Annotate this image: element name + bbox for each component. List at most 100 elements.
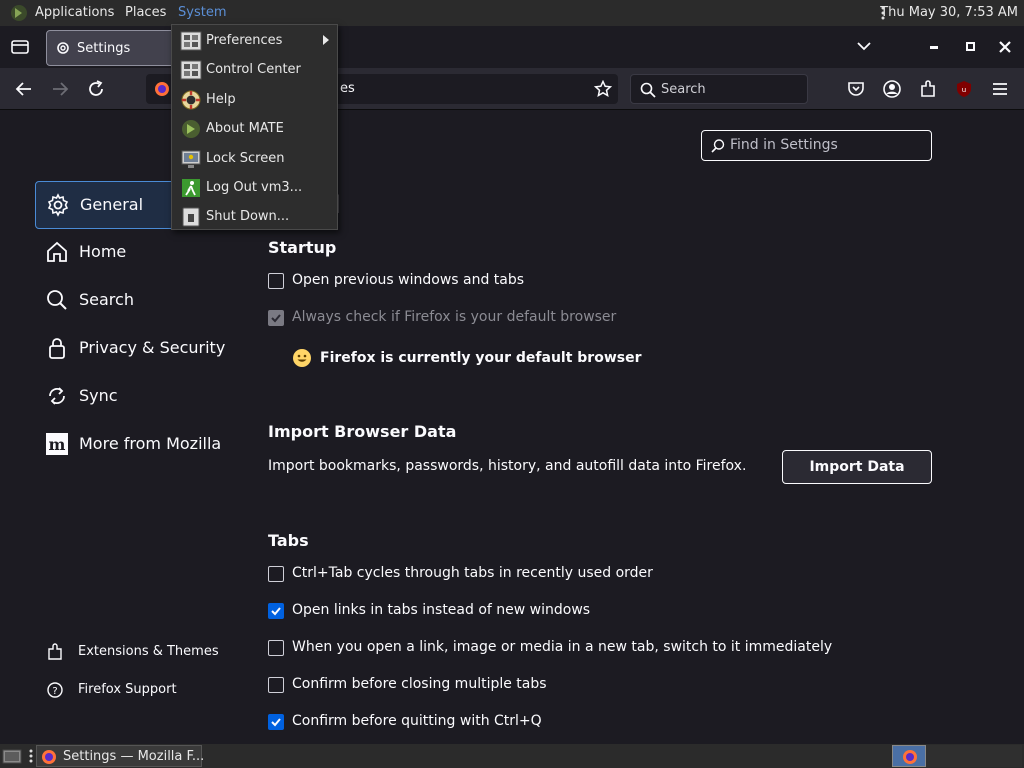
help-circle-icon: ?	[47, 682, 63, 698]
help-icon	[181, 90, 201, 110]
category-label: Privacy & Security	[79, 338, 226, 357]
find-in-settings-input[interactable]: Find in Settings	[701, 130, 932, 161]
sync-icon	[49, 387, 65, 405]
menu-item-about-mate[interactable]: About MATE	[172, 114, 337, 143]
panel-handle-icon	[29, 749, 33, 763]
firefox-icon	[903, 750, 917, 764]
checkbox[interactable]	[268, 566, 284, 582]
menu-item-control-center[interactable]: Control Center	[172, 55, 337, 84]
checkbox[interactable]	[268, 603, 284, 619]
navigation-toolbar: es Search u	[0, 68, 1024, 110]
category-search[interactable]: Search	[35, 277, 240, 325]
checkbox[interactable]	[268, 714, 284, 730]
system-dropdown-menu: Preferences Control Center Help About MA…	[171, 24, 338, 230]
menu-item-label: Shut Down...	[206, 209, 290, 224]
lock-icon	[49, 338, 65, 359]
applications-menu[interactable]: Applications	[35, 5, 114, 20]
category-label: Home	[79, 242, 127, 261]
menu-item-label: Log Out vm3...	[206, 180, 303, 195]
svg-text:u: u	[962, 86, 966, 94]
tab-bar: Settings	[0, 26, 1024, 68]
submenu-arrow-icon	[323, 35, 329, 45]
hamburger-menu-icon[interactable]	[990, 79, 1010, 99]
maximize-icon[interactable]	[966, 42, 976, 52]
checkbox[interactable]	[268, 640, 284, 656]
checkbox-label: Always check if Firefox is your default …	[292, 309, 617, 325]
minimize-icon[interactable]	[930, 46, 940, 50]
menu-item-label: Help	[206, 92, 236, 107]
search-bar[interactable]: Search	[630, 74, 808, 104]
menu-item-shut-down[interactable]: Shut Down...	[172, 202, 337, 231]
pocket-icon[interactable]	[846, 79, 866, 99]
menu-item-log-out[interactable]: Log Out vm3...	[172, 173, 337, 202]
chevron-down-icon[interactable]	[856, 40, 872, 52]
list-all-tabs-icon[interactable]	[10, 38, 30, 56]
category-privacy-security[interactable]: Privacy & Security	[35, 325, 240, 373]
workspace-switcher-active[interactable]	[892, 745, 926, 767]
tabs-section-title: Tabs	[268, 531, 309, 550]
default-browser-text: Firefox is currently your default browse…	[320, 350, 642, 366]
import-description: Import bookmarks, passwords, history, an…	[268, 458, 747, 474]
svg-text:?: ?	[52, 686, 57, 697]
tab-settings[interactable]: Settings	[46, 30, 176, 66]
ublock-origin-icon[interactable]: u	[954, 79, 974, 99]
import-data-button[interactable]: Import Data	[782, 450, 932, 484]
clock[interactable]: Thu May 30, 7:53 AM	[880, 5, 1018, 20]
gear-icon	[47, 193, 69, 217]
category-label: More from Mozilla	[79, 434, 222, 453]
checkbox-label: Open previous windows and tabs	[292, 272, 525, 288]
checkbox[interactable]	[268, 273, 284, 289]
workspace-switcher[interactable]	[926, 745, 1022, 767]
checkbox-label: Confirm before closing multiple tabs	[292, 676, 547, 692]
bottom-panel: Settings — Mozilla F...	[0, 744, 1024, 768]
search-icon	[640, 82, 656, 98]
control-center-icon	[180, 60, 202, 80]
show-desktop-icon[interactable]	[2, 747, 22, 765]
system-menu-label[interactable]: System	[178, 5, 226, 20]
settings-page: Find in Settings General Home Search Pri…	[0, 111, 1024, 744]
top-panel: Applications Places System Thu May 30, 7…	[0, 0, 1024, 26]
mozilla-icon: m	[46, 433, 68, 455]
taskbar-window-button[interactable]: Settings — Mozilla F...	[36, 745, 205, 767]
gear-icon	[57, 42, 69, 54]
shut-down-icon	[182, 207, 200, 227]
back-arrow-icon[interactable]	[13, 78, 35, 100]
menu-item-help[interactable]: Help	[172, 85, 337, 114]
category-label: Search	[79, 290, 134, 309]
menu-item-label: Control Center	[206, 62, 301, 77]
account-icon[interactable]	[882, 79, 902, 99]
log-out-icon	[182, 179, 200, 197]
lock-screen-icon	[181, 150, 201, 168]
checkbox-label: Open links in tabs instead of new window…	[292, 602, 591, 618]
import-section-title: Import Browser Data	[268, 422, 457, 441]
menu-item-label: Preferences	[206, 33, 283, 48]
smiley-face-icon	[293, 349, 311, 367]
startup-section-title: Startup	[268, 238, 337, 257]
category-label: Sync	[79, 386, 118, 405]
category-home[interactable]: Home	[35, 229, 240, 277]
firefox-icon	[155, 82, 169, 96]
checkbox[interactable]	[268, 677, 284, 693]
home-icon	[47, 241, 67, 262]
forward-arrow-icon[interactable]	[49, 78, 71, 100]
places-menu[interactable]: Places	[125, 5, 166, 20]
about-mate-icon	[182, 120, 200, 138]
menu-item-label: About MATE	[206, 121, 284, 136]
extensions-icon[interactable]	[918, 79, 938, 99]
preferences-icon	[180, 31, 202, 51]
search-icon	[47, 290, 67, 310]
category-sync[interactable]: Sync	[35, 373, 240, 421]
firefox-icon	[42, 750, 56, 764]
menu-item-preferences[interactable]: Preferences	[172, 26, 337, 55]
taskbar-window-label: Settings — Mozilla F...	[63, 749, 205, 764]
footer-link-label: Firefox Support	[78, 682, 177, 697]
footer-link-label: Extensions & Themes	[78, 644, 219, 659]
checkbox-label: When you open a link, image or media in …	[292, 639, 833, 655]
checkbox-label: Confirm before quitting with Ctrl+Q	[292, 713, 542, 729]
find-placeholder: Find in Settings	[730, 137, 838, 153]
reload-icon[interactable]	[85, 78, 107, 100]
menu-item-lock-screen[interactable]: Lock Screen	[172, 144, 337, 173]
close-icon[interactable]	[998, 40, 1012, 54]
category-more-from-mozilla[interactable]: m More from Mozilla	[35, 421, 240, 469]
bookmark-star-icon[interactable]	[594, 80, 612, 98]
